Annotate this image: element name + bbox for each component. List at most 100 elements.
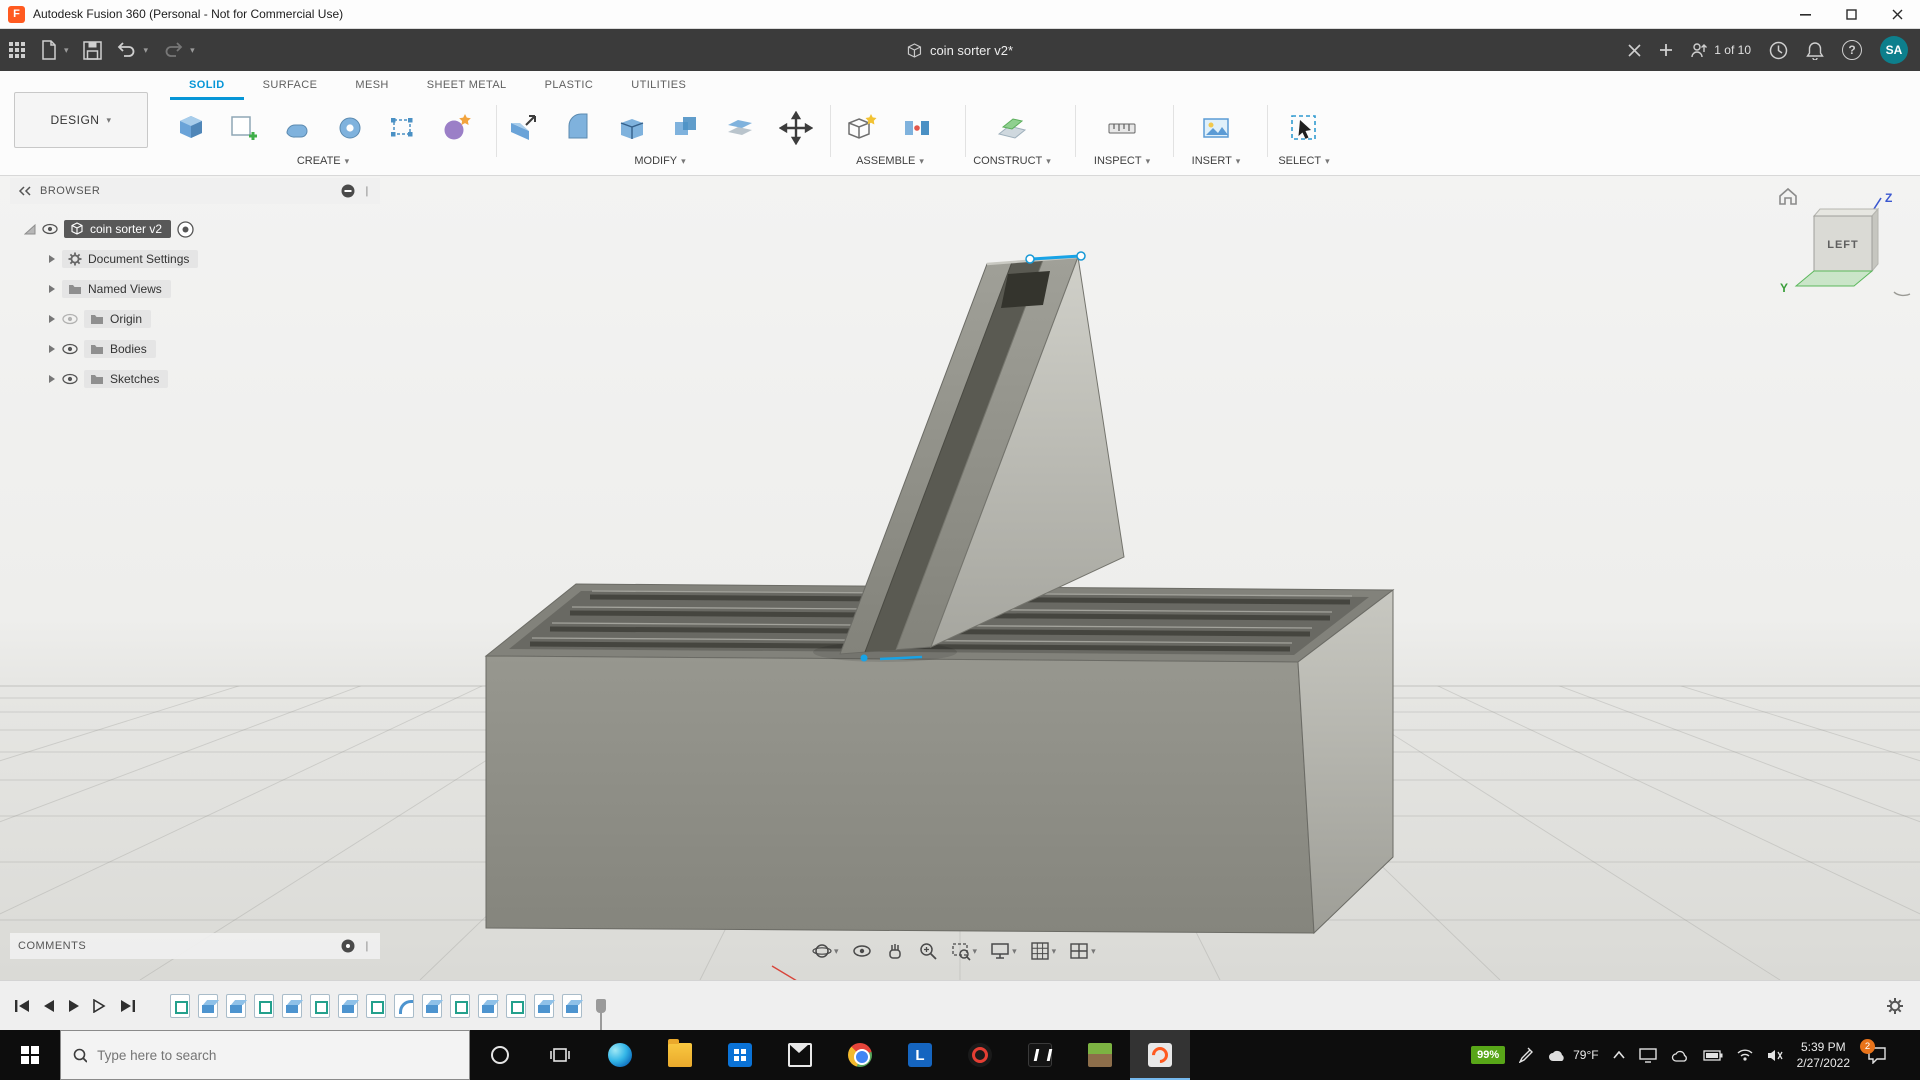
onedrive-cloud-icon[interactable] — [1671, 1049, 1689, 1062]
clock-icon[interactable] — [1769, 41, 1788, 60]
volume-icon[interactable] — [1767, 1049, 1783, 1062]
go-to-start-button[interactable] — [14, 999, 30, 1013]
orbit-tool[interactable]: ▾ — [812, 941, 839, 961]
panel-grip[interactable]: ❙ — [363, 186, 372, 197]
job-status[interactable]: 1 of 10 — [1691, 42, 1751, 59]
tab-mesh[interactable]: MESH — [336, 71, 407, 100]
viewcube[interactable]: Z LEFT Y — [1768, 180, 1918, 308]
3d-viewport[interactable]: BROWSER ❙ coin sorter v2 — [0, 176, 1920, 980]
undo-icon[interactable] — [116, 40, 138, 60]
new-body-icon[interactable] — [170, 107, 212, 149]
step-back-button[interactable] — [43, 999, 55, 1013]
press-pull-icon[interactable] — [503, 107, 545, 149]
weather-widget[interactable]: 79°F — [1547, 1048, 1598, 1062]
group-label-create[interactable]: CREATE▾ — [297, 155, 349, 167]
shell-icon[interactable] — [611, 107, 653, 149]
chevron-down-icon[interactable]: ▾ — [144, 45, 149, 56]
timeline-feature-icon[interactable] — [422, 994, 442, 1018]
chevron-down-icon[interactable]: ▾ — [64, 45, 69, 56]
timeline-feature-icon[interactable] — [450, 994, 470, 1018]
wifi-icon[interactable] — [1737, 1049, 1753, 1061]
tab-utilities[interactable]: UTILITIES — [612, 71, 705, 100]
visibility-eye-off-icon[interactable] — [62, 313, 78, 325]
taskbar-app-capcut[interactable] — [1010, 1030, 1070, 1080]
group-label-assemble[interactable]: ASSEMBLE▾ — [856, 155, 924, 167]
taskbar-app-file-explorer[interactable] — [650, 1030, 710, 1080]
taskbar-app-store[interactable] — [710, 1030, 770, 1080]
timeline-feature-icon[interactable] — [394, 994, 414, 1018]
visibility-eye-icon[interactable] — [42, 223, 58, 235]
user-avatar[interactable]: SA — [1880, 36, 1908, 64]
taskbar-app-minecraft[interactable] — [1070, 1030, 1130, 1080]
timeline-feature-icon[interactable] — [338, 994, 358, 1018]
file-menu-icon[interactable] — [40, 40, 58, 60]
step-forward-button[interactable] — [93, 999, 107, 1013]
panel-grip[interactable]: ❙ — [363, 941, 372, 952]
comments-panel[interactable]: COMMENTS ❙ — [10, 933, 380, 959]
viewcube-menu-arc[interactable] — [1894, 292, 1910, 295]
tab-sheet-metal[interactable]: SHEET METAL — [408, 71, 526, 100]
construct-plane-icon[interactable] — [991, 107, 1033, 149]
expand-caret-icon[interactable] — [48, 284, 56, 294]
task-view-button[interactable] — [530, 1030, 590, 1080]
taskbar-app-opera[interactable] — [950, 1030, 1010, 1080]
split-body-icon[interactable] — [719, 107, 761, 149]
timeline-feature-icon[interactable] — [226, 994, 246, 1018]
activate-component-radio[interactable] — [177, 221, 194, 238]
model-scene[interactable] — [0, 176, 1920, 980]
timeline-settings-gear-icon[interactable] — [1886, 997, 1904, 1015]
expand-caret-icon[interactable] — [48, 374, 56, 384]
panel-expand-icon[interactable] — [341, 939, 355, 953]
browser-item-root[interactable]: coin sorter v2 — [24, 216, 194, 242]
visibility-eye-icon[interactable] — [62, 343, 78, 355]
app-grid-icon[interactable] — [8, 41, 26, 59]
browser-item-sketches[interactable]: Sketches — [48, 366, 168, 392]
create-form-icon[interactable] — [436, 107, 478, 149]
hidden-icons-caret[interactable] — [1613, 1051, 1625, 1059]
grid-snaps-tool[interactable]: ▾ — [1030, 941, 1057, 961]
timeline-feature-icon[interactable] — [254, 994, 274, 1018]
move-copy-icon[interactable] — [775, 107, 817, 149]
collapse-panel-icon[interactable] — [18, 186, 32, 196]
group-label-construct[interactable]: CONSTRUCT▾ — [973, 155, 1051, 167]
timeline-feature-icon[interactable] — [506, 994, 526, 1018]
expand-caret-icon[interactable] — [48, 344, 56, 354]
taskbar-clock[interactable]: 5:39 PM 2/27/2022 — [1797, 1039, 1850, 1071]
select-tool-icon[interactable] — [1283, 107, 1325, 149]
browser-header[interactable]: BROWSER ❙ — [10, 178, 380, 204]
action-center-button[interactable]: 2 — [1864, 1042, 1890, 1068]
fillet-icon[interactable] — [557, 107, 599, 149]
panel-minimize-icon[interactable] — [341, 184, 355, 198]
timeline-feature-icon[interactable] — [198, 994, 218, 1018]
pattern-box-icon[interactable] — [382, 107, 424, 149]
taskbar-app-chrome[interactable] — [830, 1030, 890, 1080]
help-button[interactable]: ? — [1842, 40, 1862, 60]
measure-icon[interactable] — [1101, 107, 1143, 149]
pan-tool[interactable] — [885, 941, 905, 961]
new-tab-icon[interactable] — [1659, 43, 1673, 57]
timeline-feature-icon[interactable] — [478, 994, 498, 1018]
document-tab[interactable]: coin sorter v2* — [907, 29, 1013, 71]
timeline-feature-icon[interactable] — [310, 994, 330, 1018]
start-button[interactable] — [0, 1030, 60, 1080]
chevron-down-icon[interactable]: ▾ — [190, 45, 195, 56]
minimize-button[interactable] — [1782, 0, 1828, 28]
display-settings-tool[interactable]: ▾ — [990, 941, 1017, 961]
close-button[interactable] — [1874, 0, 1920, 28]
group-label-inspect[interactable]: INSPECT▾ — [1094, 155, 1150, 167]
expand-caret-icon[interactable] — [48, 254, 56, 264]
taskbar-search[interactable] — [60, 1030, 470, 1080]
close-tab-icon[interactable] — [1628, 44, 1641, 57]
monitor-tray-icon[interactable] — [1639, 1047, 1657, 1063]
browser-item-document-settings[interactable]: Document Settings — [48, 246, 198, 272]
group-label-modify[interactable]: MODIFY▾ — [634, 155, 685, 167]
viewports-tool[interactable]: ▾ — [1069, 941, 1096, 961]
tab-plastic[interactable]: PLASTIC — [526, 71, 613, 100]
timeline-feature-icon[interactable] — [534, 994, 554, 1018]
search-input[interactable] — [97, 1048, 457, 1063]
cortana-button[interactable] — [470, 1030, 530, 1080]
timeline-feature-icon[interactable] — [366, 994, 386, 1018]
taskbar-app-mail[interactable] — [770, 1030, 830, 1080]
browser-item-origin[interactable]: Origin — [48, 306, 151, 332]
combine-icon[interactable] — [665, 107, 707, 149]
